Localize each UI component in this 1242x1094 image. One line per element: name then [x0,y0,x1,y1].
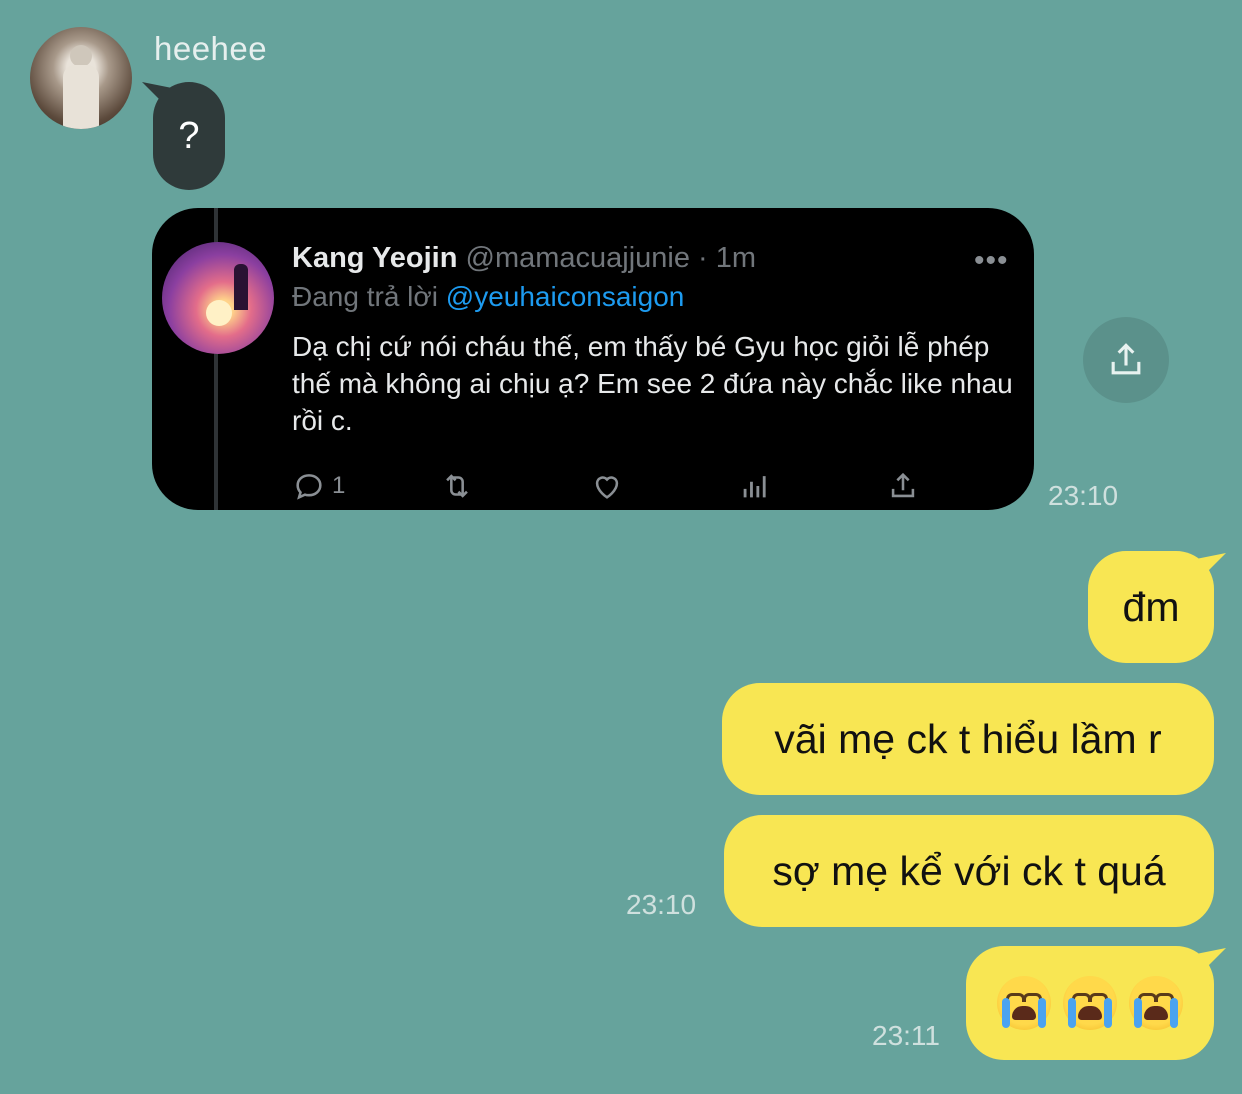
outgoing-emoji-bubble[interactable] [966,946,1214,1060]
forward-share-button[interactable] [1083,317,1169,403]
analytics-icon [743,476,766,498]
reply-mention-link[interactable]: @yeuhaiconsaigon [446,281,685,312]
tweet-handle-time: @mamacuajjunie · 1m [465,242,757,274]
incoming-message-text: ? [178,114,200,157]
analytics-button[interactable] [738,466,772,506]
outgoing-message-text: đm [1122,583,1180,630]
tweet-body: Dạ chị cứ nói cháu thế, em thấy bé Gyu h… [292,331,1013,436]
tweet-card[interactable]: Kang Yeojin @mamacuajjunie · 1m ••• Đang… [152,208,1034,510]
sender-name: heehee [154,30,268,67]
reply-button[interactable]: 1 [292,466,345,506]
tweet-share-button[interactable] [886,466,920,506]
message-timestamp: 23:10 [626,889,697,920]
tweet-author-avatar[interactable] [162,242,274,354]
incoming-message-bubble[interactable]: ? [153,82,225,190]
loudly-crying-face-icon [997,976,1051,1030]
outgoing-message-bubble[interactable]: vãi mẹ ck t hiểu lầm r [722,683,1214,795]
loudly-crying-face-icon [1129,976,1183,1030]
like-button[interactable] [590,466,624,506]
crying-emoji-row [997,976,1183,1030]
retweet-icon [446,474,468,498]
reply-count: 1 [332,472,346,499]
tweet-author-name[interactable]: Kang Yeojin [292,242,457,274]
outgoing-message-bubble[interactable]: sợ mẹ kể với ck t quá [724,815,1214,927]
tweet-reply-context: Đang trả lời @yeuhaiconsaigon [292,281,684,313]
message-timestamp: 23:11 [872,1020,940,1051]
more-options-icon[interactable]: ••• [974,244,1009,278]
loudly-crying-face-icon [1063,976,1117,1030]
share-icon [1111,343,1141,375]
reply-icon [296,474,322,500]
outgoing-message-text: vãi mẹ ck t hiểu lầm r [774,715,1162,762]
outgoing-message-text: sợ mẹ kể với ck t quá [772,847,1166,894]
tweet-timestamp: 23:10 [1048,480,1119,511]
outgoing-message-bubble[interactable]: đm [1088,551,1214,663]
like-icon [595,476,619,499]
sender-avatar[interactable] [30,27,132,129]
retweet-button[interactable] [440,466,474,506]
share-icon [891,472,915,498]
tweet-header: Kang Yeojin @mamacuajjunie · 1m [292,242,756,275]
reply-prefix: Đang trả lời [292,281,446,312]
